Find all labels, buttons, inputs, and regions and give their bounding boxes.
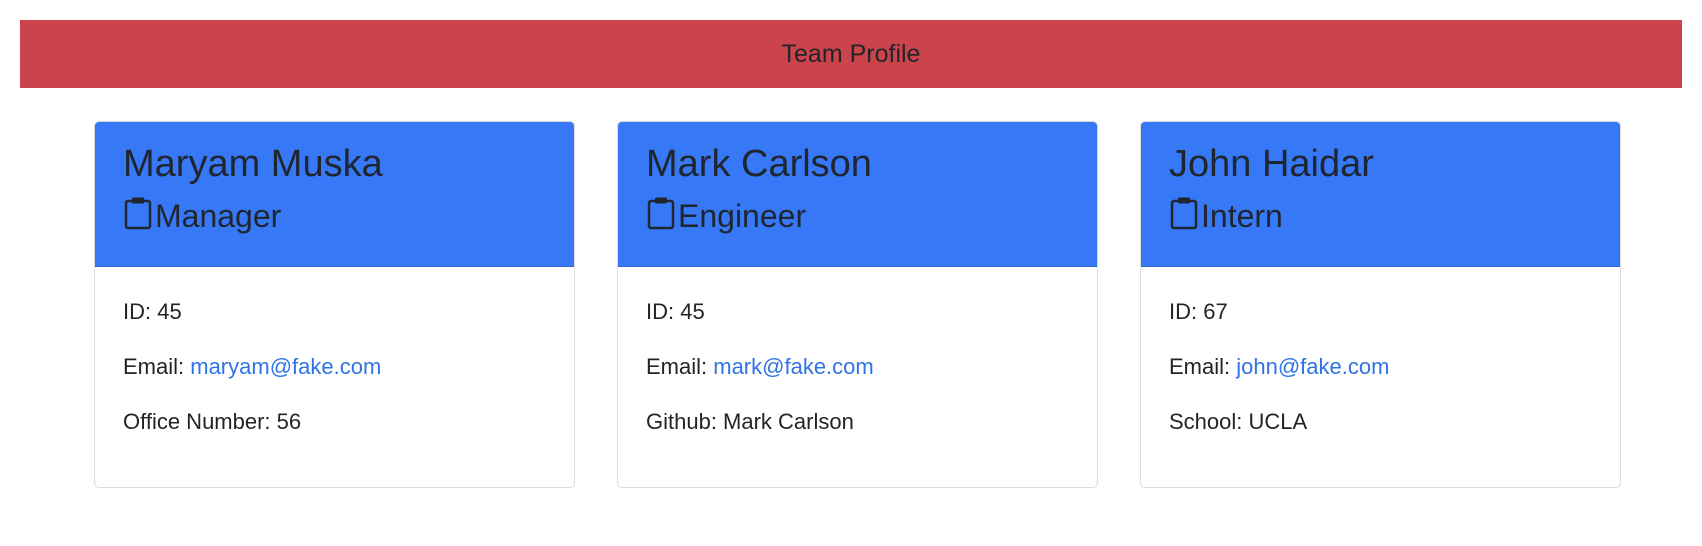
email-link[interactable]: mark@fake.com [713, 354, 873, 379]
email-link[interactable]: maryam@fake.com [190, 354, 381, 379]
employee-card-engineer: Mark Carlson Engineer ID: 45 Email: mark… [617, 121, 1098, 488]
employee-role-label: Intern [1201, 198, 1283, 234]
card-header: Mark Carlson Engineer [618, 122, 1097, 267]
employee-card-manager: Maryam Muska Manager ID: 45 Email: marya… [94, 121, 575, 488]
employee-id: ID: 45 [123, 299, 182, 324]
card-header: John Haidar Intern [1141, 122, 1620, 267]
employee-github: Github: Mark Carlson [646, 409, 854, 434]
team-profile-banner: Team Profile [20, 20, 1682, 88]
card-body: ID: 67 Email: john@fake.com School: UCLA [1141, 267, 1620, 435]
employee-office-number: Office Number: 56 [123, 409, 302, 434]
employee-name: Maryam Muska [123, 143, 383, 185]
employee-name: John Haidar [1169, 143, 1374, 185]
clipboard-icon [647, 197, 675, 230]
card-body: ID: 45 Email: mark@fake.com Github: Mark… [618, 267, 1097, 435]
employee-email: Email: maryam@fake.com [123, 354, 382, 379]
card-header: Maryam Muska Manager [95, 122, 574, 267]
employee-school: School: UCLA [1169, 409, 1308, 434]
employee-card-intern: John Haidar Intern ID: 67 Email: john@fa… [1140, 121, 1621, 488]
employee-email: Email: mark@fake.com [646, 354, 874, 379]
employee-role: Engineer [646, 196, 1069, 234]
card-body: ID: 45 Email: maryam@fake.com Office Num… [95, 267, 574, 435]
employee-id: ID: 67 [1169, 299, 1228, 324]
email-link[interactable]: john@fake.com [1236, 354, 1389, 379]
employee-role: Intern [1169, 196, 1592, 234]
employee-cards: Maryam Muska Manager ID: 45 Email: marya… [94, 121, 1621, 488]
employee-role-label: Engineer [678, 198, 807, 234]
employee-name: Mark Carlson [646, 143, 872, 185]
clipboard-icon [1170, 197, 1198, 230]
employee-role: Manager [123, 196, 546, 234]
employee-role-label: Manager [155, 198, 282, 234]
page-title: Team Profile [781, 39, 921, 68]
clipboard-icon [124, 197, 152, 230]
employee-id: ID: 45 [646, 299, 705, 324]
employee-email: Email: john@fake.com [1169, 354, 1390, 379]
